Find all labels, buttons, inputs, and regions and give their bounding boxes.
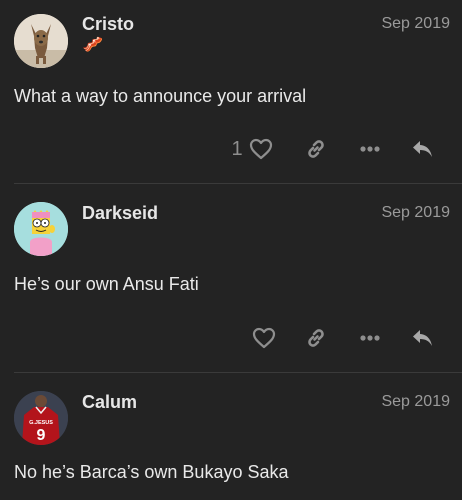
post-date[interactable]: Sep 2019 — [381, 204, 450, 222]
football-shirt-avatar-image: G.JESUS 9 — [14, 391, 68, 445]
avatar[interactable] — [14, 14, 68, 68]
username[interactable]: Darkseid — [82, 203, 158, 224]
reply-button[interactable] — [408, 323, 438, 353]
link-icon — [308, 140, 324, 158]
link-icon — [308, 329, 324, 347]
post-darkseid: Darkseid Sep 2019 He’s our own Ansu Fati — [0, 184, 462, 372]
post-cristo: Cristo Sep 2019 🥓 What a way to announce… — [0, 0, 462, 184]
more-button[interactable] — [355, 323, 385, 353]
post-actions — [0, 323, 462, 353]
post-body: No he’s Barca’s own Bukayo Saka — [14, 462, 289, 482]
like-button[interactable] — [249, 323, 279, 353]
share-link-button[interactable] — [301, 323, 331, 353]
heart-icon — [252, 327, 276, 349]
more-button[interactable] — [355, 134, 385, 164]
like-count: 1 — [231, 137, 243, 160]
post-body: What a way to announce your arrival — [14, 86, 307, 106]
ellipsis-icon — [360, 146, 380, 152]
ellipsis-icon — [360, 335, 380, 341]
dog-avatar-image — [14, 14, 68, 68]
post-actions: 1 — [0, 134, 462, 164]
heart-icon — [249, 138, 272, 160]
reply-icon — [413, 330, 432, 346]
post-date[interactable]: Sep 2019 — [381, 15, 450, 33]
reply-button[interactable] — [408, 134, 438, 164]
share-link-button[interactable] — [301, 134, 331, 164]
user-flair-bacon: 🥓 — [82, 35, 104, 54]
shirt-number-text: 9 — [37, 427, 46, 444]
reply-icon — [413, 141, 432, 157]
like-button[interactable]: 1 — [226, 134, 278, 164]
username[interactable]: Cristo — [82, 14, 134, 35]
avatar[interactable] — [14, 202, 68, 256]
avatar[interactable]: G.JESUS 9 — [14, 391, 68, 445]
post-body: He’s our own Ansu Fati — [14, 274, 199, 294]
cartoon-avatar-image — [14, 202, 68, 256]
username[interactable]: Calum — [82, 392, 137, 413]
shirt-name-text: G.JESUS — [29, 420, 53, 426]
post-calum: G.JESUS 9 Calum Sep 2019 No he’s Barca’s… — [0, 373, 462, 500]
post-date[interactable]: Sep 2019 — [381, 393, 450, 411]
